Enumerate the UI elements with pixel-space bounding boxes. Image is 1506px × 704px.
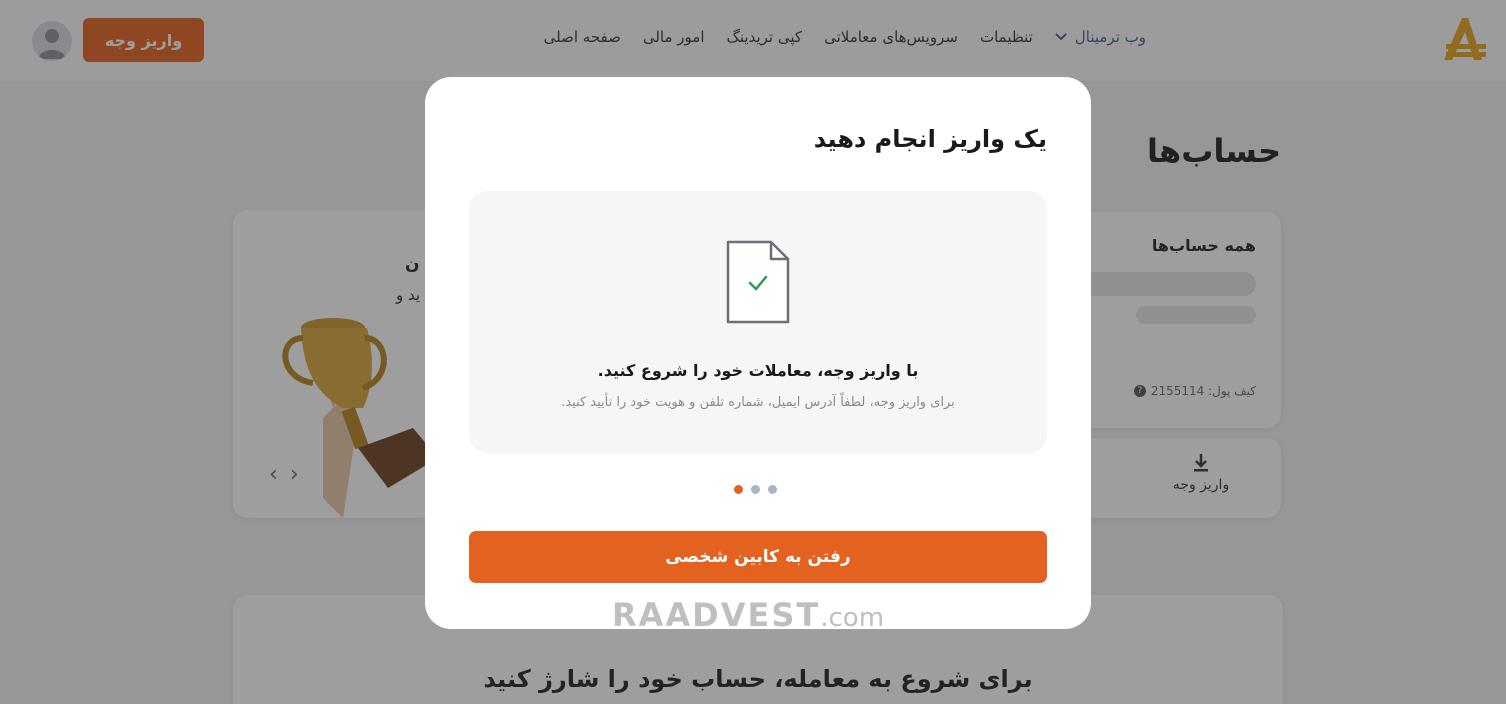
- onboarding-slide: با واریز وجه، معاملات خود را شروع کنید. …: [469, 191, 1047, 453]
- slide-pagination: [734, 485, 777, 494]
- slide-subtitle: برای واریز وجه، لطفاً آدرس ایمیل، شماره …: [561, 395, 955, 410]
- pagination-dot[interactable]: [768, 485, 777, 494]
- document-check-icon: [726, 240, 790, 324]
- pagination-dot[interactable]: [751, 485, 760, 494]
- watermark: RAADVEST.com: [612, 596, 884, 634]
- deposit-modal: یک واریز انجام دهید با واریز وجه، معاملا…: [425, 77, 1091, 629]
- go-to-personal-cabinet-button[interactable]: رفتن به کابین شخصی: [469, 531, 1047, 583]
- modal-title: یک واریز انجام دهید: [813, 125, 1047, 153]
- watermark-suffix: .com: [820, 603, 885, 633]
- watermark-main: RAADVEST: [612, 596, 821, 634]
- pagination-dot[interactable]: [734, 485, 743, 494]
- slide-title: با واریز وجه، معاملات خود را شروع کنید.: [597, 361, 919, 380]
